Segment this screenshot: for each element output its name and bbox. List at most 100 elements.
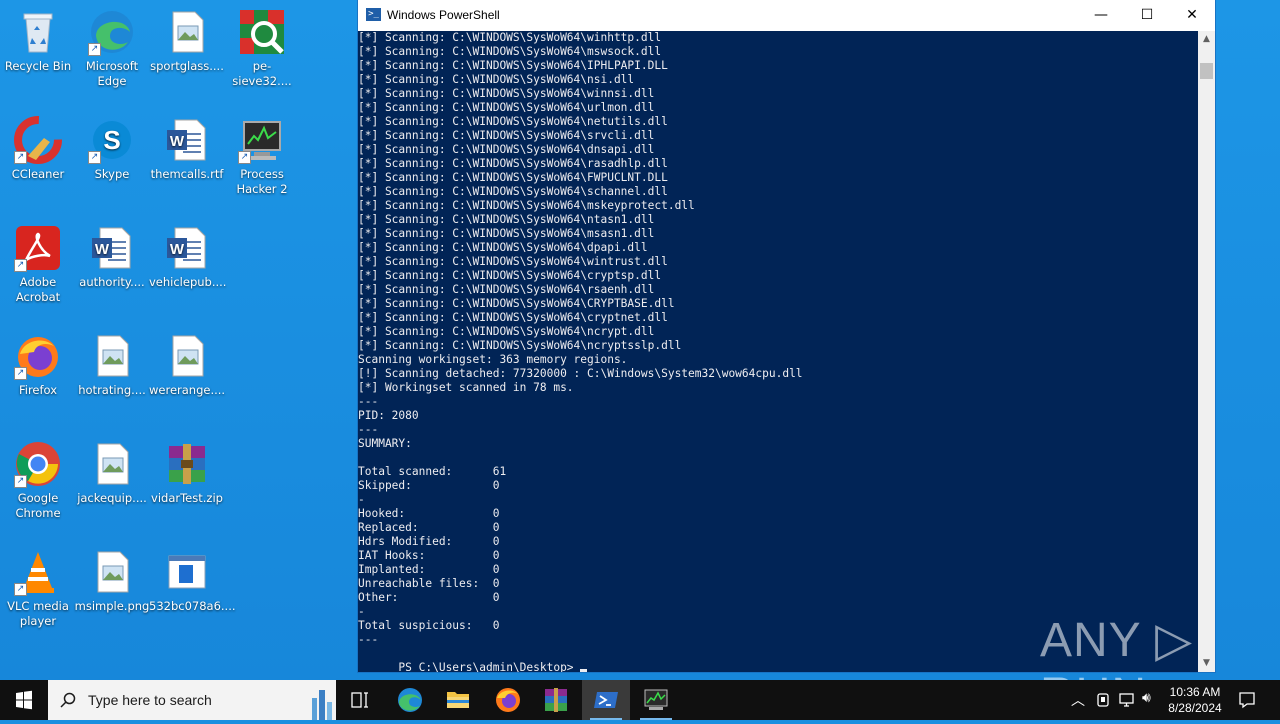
taskbar-process-hacker[interactable]	[632, 680, 680, 720]
maximize-button[interactable]: ☐	[1124, 0, 1170, 31]
desktop-icon-hotrating[interactable]: hotrating....	[74, 332, 150, 398]
svg-text:W: W	[170, 241, 185, 258]
console-line: Replaced: 0	[358, 521, 500, 534]
console-line: ---	[358, 633, 379, 646]
icon-label: vehiclepub....	[149, 275, 227, 289]
clock-time: 10:36 AM	[1169, 685, 1221, 699]
console-prompt: PS C:\Users\admin\Desktop>	[398, 661, 581, 672]
vertical-scrollbar[interactable]: ▲ ▼	[1198, 31, 1215, 672]
desktop-icon-pe-sieve32[interactable]: pe-sieve32....	[224, 8, 300, 89]
chrome-icon: ↗	[14, 440, 62, 488]
show-hidden-icons-chevron-icon[interactable]: ︿	[1071, 690, 1085, 710]
shortcut-arrow-icon: ↗	[14, 367, 27, 380]
desktop-icon-authority-doc[interactable]: W authority....	[74, 224, 150, 290]
desktop-icon-jackequip[interactable]: jackequip....	[74, 440, 150, 506]
powershell-window[interactable]: >_ Windows PowerShell — ☐ ✕ [*] Scanning…	[358, 0, 1215, 672]
powershell-icon: >_	[366, 8, 381, 21]
console-line: Hooked: 0	[358, 507, 500, 520]
icon-label: Adobe Acrobat	[15, 275, 61, 304]
console-line: ---	[358, 395, 379, 408]
network-icon[interactable]	[1118, 692, 1136, 708]
console-line: [*] Workingset scanned in 78 ms.	[358, 381, 574, 394]
scroll-up-icon[interactable]: ▲	[1198, 31, 1215, 48]
word-document-icon: W	[163, 224, 211, 272]
executable-file-icon	[163, 548, 211, 596]
console-output[interactable]: [*] Scanning: C:\WINDOWS\SysWoW64\winhtt…	[358, 31, 1198, 672]
console-line: [*] Scanning: C:\WINDOWS\SysWoW64\FWPUCL…	[358, 171, 668, 184]
console-line: [*] Scanning: C:\WINDOWS\SysWoW64\CRYPTB…	[358, 297, 675, 310]
desktop-icon-532bc078a6[interactable]: 532bc078a6....	[149, 548, 236, 614]
console-line: [*] Scanning: C:\WINDOWS\SysWoW64\winhtt…	[358, 31, 662, 44]
desktop-icon-google-chrome[interactable]: ↗ Google Chrome	[0, 440, 76, 521]
desktop-icon-ccleaner[interactable]: ↗ CCleaner	[0, 116, 76, 182]
minimize-button[interactable]: —	[1078, 0, 1124, 31]
taskbar-search-box[interactable]: Type here to search	[48, 680, 336, 720]
desktop-icon-recycle-bin[interactable]: Recycle Bin	[0, 8, 76, 74]
svg-text:W: W	[170, 133, 185, 150]
desktop-icon-adobe-acrobat[interactable]: ↗ Adobe Acrobat	[0, 224, 76, 305]
shortcut-arrow-icon: ↗	[14, 583, 27, 596]
search-placeholder: Type here to search	[88, 692, 212, 708]
console-line: [*] Scanning: C:\WINDOWS\SysWoW64\dnsapi…	[358, 143, 655, 156]
shortcut-arrow-icon: ↗	[14, 475, 27, 488]
scroll-thumb[interactable]	[1200, 63, 1213, 79]
console-line: Total suspicious: 0	[358, 619, 500, 632]
desktop-icon-process-hacker[interactable]: ↗ Process Hacker 2	[224, 116, 300, 197]
desktop-icon-microsoft-edge[interactable]: ↗ Microsoft Edge	[74, 8, 150, 89]
image-file-icon	[163, 8, 211, 56]
desktop-icon-vidartest-zip[interactable]: vidarTest.zip	[149, 440, 225, 506]
icon-label: Microsoft Edge	[85, 59, 139, 88]
taskbar-edge[interactable]	[386, 680, 434, 720]
console-line: IAT Hooks: 0	[358, 549, 500, 562]
notifications-icon[interactable]	[1238, 691, 1256, 709]
desktop-icon-msimple[interactable]: msimple.png	[74, 548, 150, 614]
desktop-icon-vehiclepub[interactable]: W vehiclepub....	[149, 224, 227, 290]
console-line: [*] Scanning: C:\WINDOWS\SysWoW64\schann…	[358, 185, 668, 198]
folder-icon	[447, 692, 469, 708]
console-line: Scanning workingset: 363 memory regions.	[358, 353, 628, 366]
desktop-icon-firefox[interactable]: ↗ Firefox	[0, 332, 76, 398]
console-line: Skipped: 0	[358, 479, 500, 492]
image-file-icon	[88, 548, 136, 596]
taskbar-clock[interactable]: 10:36 AM 8/28/2024	[1160, 684, 1230, 716]
powershell-icon	[594, 692, 618, 708]
taskbar-firefox[interactable]	[484, 680, 532, 720]
task-view-icon	[351, 692, 368, 708]
console-line: [!] Scanning detached: 77320000 : C:\Win…	[358, 367, 803, 380]
desktop-icon-sportglass[interactable]: sportglass....	[149, 8, 225, 74]
clock-date: 8/28/2024	[1168, 701, 1222, 715]
console-line: [*] Scanning: C:\WINDOWS\SysWoW64\netuti…	[358, 115, 668, 128]
console-line: [*] Scanning: C:\WINDOWS\SysWoW64\ncrypt…	[358, 339, 682, 352]
desktop-icon-vlc[interactable]: ↗ VLC media player	[0, 548, 76, 629]
taskbar: Type here to search ︿ 🔊︎ 10:36 AM 8/28/2…	[0, 680, 1280, 720]
console-line: [*] Scanning: C:\WINDOWS\SysWoW64\rsaenh…	[358, 283, 655, 296]
shortcut-arrow-icon: ↗	[14, 259, 27, 272]
word-document-icon: W	[88, 224, 136, 272]
ccleaner-icon: ↗	[14, 116, 62, 164]
device-icon[interactable]	[1096, 692, 1110, 708]
console-line: [*] Scanning: C:\WINDOWS\SysWoW64\crypts…	[358, 269, 662, 282]
desktop-icon-wererange[interactable]: wererange....	[149, 332, 225, 398]
console-line: [*] Scanning: C:\WINDOWS\SysWoW64\mswsoc…	[358, 45, 662, 58]
vlc-icon: ↗	[14, 548, 62, 596]
console-line: [*] Scanning: C:\WINDOWS\SysWoW64\cryptn…	[358, 311, 668, 324]
taskbar-winrar[interactable]	[532, 680, 580, 720]
icon-label: Recycle Bin	[4, 59, 72, 73]
task-view-button[interactable]	[336, 680, 384, 720]
search-icon	[60, 692, 76, 708]
shortcut-arrow-icon: ↗	[88, 151, 101, 164]
desktop-icon-themcalls[interactable]: W themcalls.rtf	[149, 116, 225, 182]
volume-icon[interactable]: 🔊︎	[1142, 690, 1151, 706]
taskbar-file-explorer[interactable]	[434, 680, 482, 720]
desktop-icon-skype[interactable]: S ↗ Skype	[74, 116, 150, 182]
console-line: [*] Scanning: C:\WINDOWS\SysWoW64\urlmon…	[358, 101, 655, 114]
close-button[interactable]: ✕	[1169, 0, 1215, 31]
console-line: Hdrs Modified: 0	[358, 535, 500, 548]
console-line: [*] Scanning: C:\WINDOWS\SysWoW64\ntasn1…	[358, 213, 655, 226]
icon-label: sportglass....	[150, 59, 224, 73]
start-button[interactable]	[0, 680, 48, 720]
window-titlebar[interactable]: >_ Windows PowerShell — ☐ ✕	[358, 0, 1215, 31]
icon-label: hotrating....	[78, 383, 146, 397]
icon-label: wererange....	[149, 383, 226, 397]
taskbar-powershell[interactable]	[582, 680, 630, 720]
